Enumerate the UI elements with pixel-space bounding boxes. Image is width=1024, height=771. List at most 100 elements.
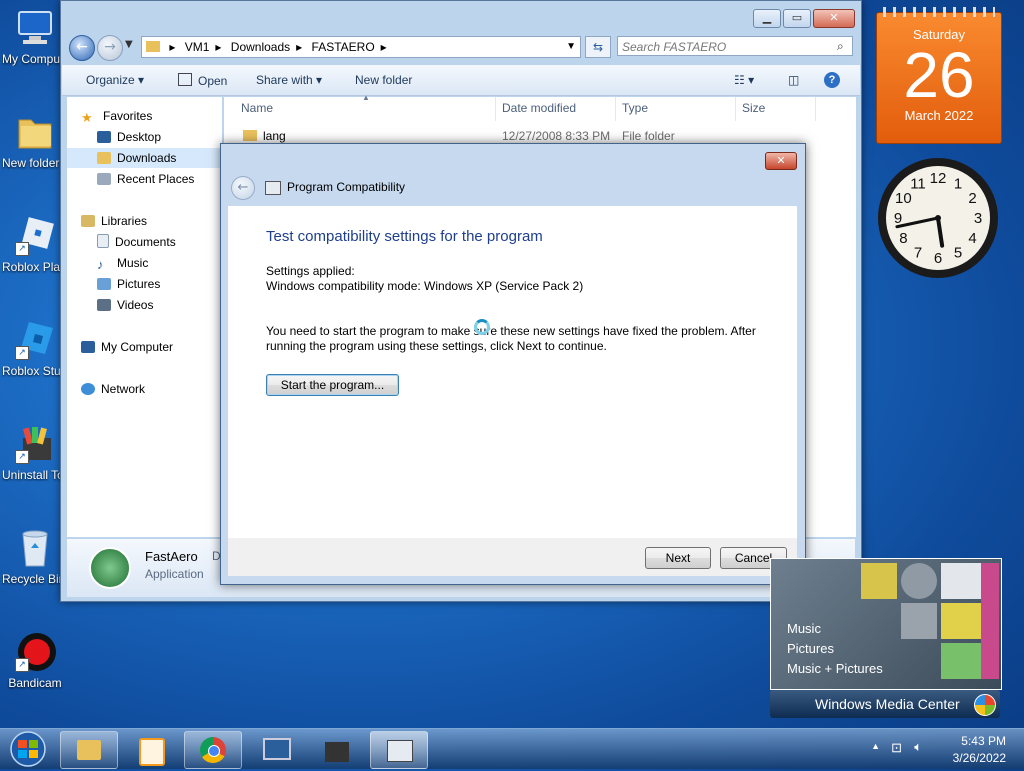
settings-label: Settings applied: [266,264,355,278]
column-header-size[interactable]: Size [742,101,765,115]
maximize-button[interactable]: ▭ [783,9,811,28]
address-dropdown-icon[interactable]: ▼ [566,37,576,57]
computer-icon [15,8,55,48]
back-button[interactable]: ← [69,35,95,61]
clock-number: 10 [895,190,912,207]
shortcut-arrow-icon: ↗ [15,242,29,256]
instruction-line-2: running the program using these settings… [266,339,607,353]
dialog-title: Program Compatibility [287,180,406,194]
busy-cursor-icon [474,319,490,335]
uninstall-icon [325,742,349,762]
documents-icon [97,234,109,248]
refresh-button[interactable]: ⇆ [585,36,611,58]
start-program-button[interactable]: Start the program... [266,374,399,396]
network-computer-icon [263,738,291,760]
taskbar-explorer[interactable] [60,731,118,769]
details-name: FastAero [145,549,198,564]
view-options-icon[interactable]: ☷ ▾ [734,73,754,87]
dialog-heading: Test compatibility settings for the prog… [266,228,543,245]
media-center-item-music-pictures[interactable]: Music + Pictures [787,661,883,676]
clock-time[interactable]: 5:43 PM [961,734,1006,748]
media-center-item-pictures[interactable]: Pictures [787,641,834,656]
star-icon: ★ [81,110,93,125]
breadcrumb-downloads[interactable]: Downloads [231,37,290,57]
sort-indicator-icon: ▲ [362,93,370,102]
clock-number: 12 [930,170,947,187]
dialog-footer: Next Cancel [228,538,797,576]
show-hidden-icons-button[interactable]: ▲ [871,741,880,751]
taskbar-chrome[interactable] [184,731,242,769]
program-compatibility-dialog[interactable]: ✕ ← Program Compatibility Test compatibi… [220,143,806,585]
taskbar-network-computer[interactable] [246,731,304,769]
minimize-button[interactable]: ▁ [753,9,781,28]
volume-icon[interactable]: 🔈︎ [914,739,922,755]
nav-libraries[interactable]: Libraries [67,211,236,231]
clock-number: 8 [899,230,907,247]
calendar-gadget[interactable]: Saturday 26 March 2022 [876,7,1002,144]
clock-number: 11 [910,175,926,192]
desktop-icon-bandicam[interactable]: ↗ Bandicam [0,632,70,690]
next-button[interactable]: Next [645,547,711,569]
recent-places-icon [97,173,111,185]
window-controls: ▁ ▭ ✕ [753,9,855,28]
clock-number: 5 [954,245,962,262]
compatibility-icon [265,181,281,195]
taskbar-program-compatibility[interactable] [370,731,428,769]
shortcut-arrow-icon: ↗ [15,450,29,464]
calendar-rings [883,7,995,17]
nav-network[interactable]: Network [67,379,236,399]
search-icon[interactable]: ⌕ [837,39,844,54]
new-folder-button[interactable]: New folder [355,73,412,87]
taskbar-media-player[interactable] [122,731,180,769]
music-icon: ♪ [97,257,104,272]
network-tray-icon[interactable]: ⊡ [891,740,902,756]
dialog-back-button[interactable]: ← [231,176,255,200]
desktop-icon [97,131,111,143]
videos-icon [97,299,111,311]
calendar-month-year: March 2022 [904,108,974,123]
downloads-folder-icon [97,152,111,164]
clock-gadget[interactable]: 12 1 2 3 4 5 6 7 8 9 10 11 [876,156,1000,280]
pictures-icon [97,278,111,290]
media-center-thumbnails: Music Pictures Music + Pictures [770,558,1002,690]
folder-icon [243,130,257,141]
nav-favorites[interactable]: ★ Favorites [67,106,236,126]
media-center-launch-bar[interactable]: Windows Media Center [770,690,1000,718]
clock-number: 4 [968,230,976,247]
start-button[interactable] [3,730,53,768]
media-center-item-music[interactable]: Music [787,621,821,636]
breadcrumb-fastaero[interactable]: FASTAERO [312,37,375,57]
help-icon[interactable]: ? [824,72,840,88]
preview-pane-icon[interactable]: ◫ [788,73,799,87]
libraries-icon [81,215,95,227]
folder-icon [15,112,55,152]
breadcrumb-vm1[interactable]: VM1 [185,37,210,57]
settings-value: Windows compatibility mode: Windows XP (… [266,279,584,293]
column-header-type[interactable]: Type [622,101,648,115]
dialog-close-button[interactable]: ✕ [765,152,797,170]
media-center-gadget[interactable]: Music Pictures Music + Pictures Windows … [770,558,1002,718]
recent-pages-chevron-icon[interactable]: ▼ [125,39,133,50]
search-input[interactable]: Search FASTAERO [617,36,853,56]
clock-number: 7 [914,245,922,262]
address-bar[interactable]: ▸ VM1 ▸ Downloads ▸ FASTAERO ▸ ▼ [141,36,581,58]
column-header-date-modified[interactable]: Date modified [502,101,576,115]
clock-date[interactable]: 3/26/2022 [953,751,1006,765]
share-with-button[interactable]: Share with ▾ [256,73,322,87]
open-button[interactable]: Open [178,73,227,88]
calendar-day: 26 [903,39,975,111]
close-button[interactable]: ✕ [813,9,855,28]
instruction-line-1: You need to start the program to make su… [266,324,756,338]
roblox-studio-icon: ↗ [15,320,55,360]
bandicam-icon: ↗ [15,632,56,672]
clock-face: 12 1234567891011 [878,158,998,278]
column-header-name[interactable]: Name [241,101,273,115]
organize-button[interactable]: Organize ▾ [86,73,144,87]
nav-my-computer[interactable]: My Computer [67,337,236,357]
windows-orb-icon [10,731,46,767]
forward-button[interactable]: → [97,35,123,61]
clock-number: 3 [974,210,982,227]
shortcut-arrow-icon: ↗ [15,346,29,360]
taskbar-uninstall-tool[interactable] [308,731,366,769]
folder-icon [77,740,101,760]
